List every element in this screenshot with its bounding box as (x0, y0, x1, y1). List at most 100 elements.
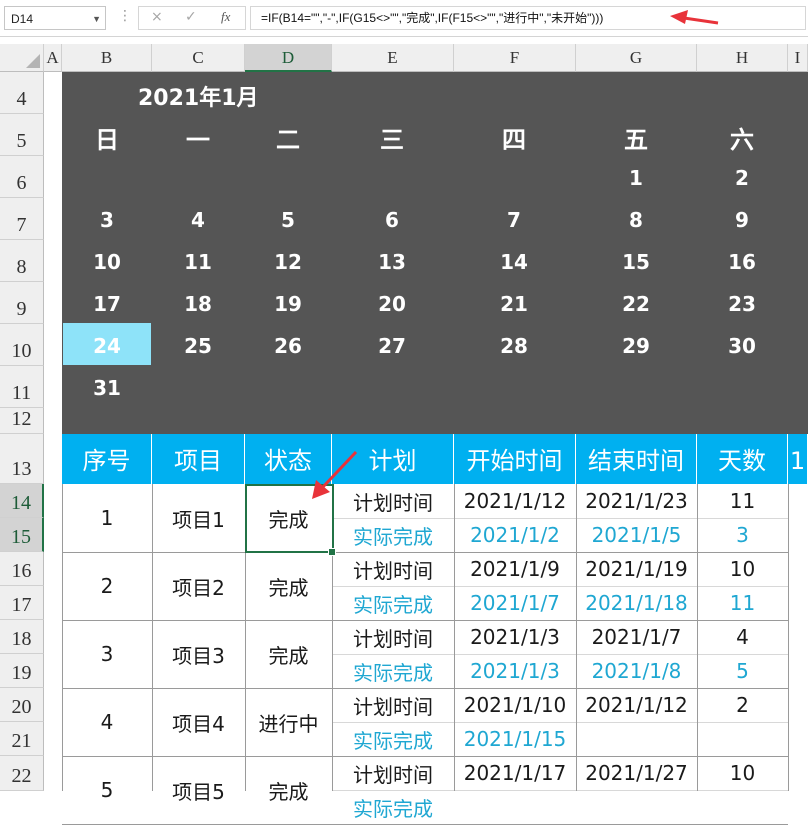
calendar-day[interactable]: 10 (77, 250, 137, 274)
calendar-day[interactable]: 7 (484, 208, 544, 232)
plan-end-date-cell[interactable]: 2021/1/12 (576, 688, 697, 722)
seq-cell[interactable]: 2 (62, 552, 152, 620)
calendar-day[interactable]: 26 (258, 334, 318, 358)
calendar-day[interactable]: 9 (712, 208, 772, 232)
actual-end-date-cell[interactable]: 2021/1/18 (576, 586, 697, 620)
actual-end-date-cell[interactable] (576, 790, 697, 824)
plan-days-cell[interactable]: 4 (697, 620, 788, 654)
row-header-19[interactable]: 19 (0, 654, 44, 688)
plan-days-cell[interactable]: 11 (697, 484, 788, 518)
calendar-day[interactable]: 16 (712, 250, 772, 274)
row-header-9[interactable]: 9 (0, 282, 44, 324)
plan-label-cell[interactable]: 计划时间 (332, 756, 454, 790)
table-header-cell[interactable]: 1 (788, 434, 808, 484)
insert-function-icon[interactable]: fx (221, 9, 230, 25)
calendar-day[interactable]: 19 (258, 292, 318, 316)
plan-start-date-cell[interactable]: 2021/1/9 (454, 552, 576, 586)
calendar-day[interactable]: 15 (606, 250, 666, 274)
seq-cell[interactable]: 3 (62, 620, 152, 688)
column-header-h[interactable]: H (697, 44, 788, 72)
row-header-18[interactable]: 18 (0, 620, 44, 654)
actual-label-cell[interactable]: 实际完成 (332, 790, 454, 824)
row-header-20[interactable]: 20 (0, 688, 44, 722)
column-header-i[interactable]: I (788, 44, 808, 72)
status-cell[interactable]: 完成 (245, 756, 332, 824)
actual-days-cell[interactable]: 11 (697, 586, 788, 620)
calendar-day[interactable]: 3 (77, 208, 137, 232)
chevron-down-icon[interactable]: ▼ (92, 7, 101, 31)
column-header-b[interactable]: B (62, 44, 152, 72)
plan-days-cell[interactable]: 10 (697, 552, 788, 586)
actual-days-cell[interactable] (697, 722, 788, 756)
calendar-day[interactable]: 11 (168, 250, 228, 274)
table-header-cell[interactable]: 状态 (245, 434, 332, 484)
fill-handle[interactable] (328, 548, 336, 556)
actual-days-cell[interactable]: 3 (697, 518, 788, 552)
column-header-e[interactable]: E (332, 44, 454, 72)
actual-start-date-cell[interactable] (454, 790, 576, 824)
actual-start-date-cell[interactable]: 2021/1/2 (454, 518, 576, 552)
project-name-cell[interactable]: 项目2 (152, 552, 245, 620)
plan-end-date-cell[interactable]: 2021/1/19 (576, 552, 697, 586)
calendar-day[interactable]: 20 (362, 292, 422, 316)
plan-days-cell[interactable]: 10 (697, 756, 788, 790)
calendar-day[interactable]: 18 (168, 292, 228, 316)
row-header-13[interactable]: 13 (0, 434, 44, 484)
calendar-day[interactable]: 24 (77, 334, 137, 358)
table-header-cell[interactable]: 计划 (332, 434, 454, 484)
actual-label-cell[interactable]: 实际完成 (332, 722, 454, 756)
project-name-cell[interactable]: 项目5 (152, 756, 245, 824)
row-header-6[interactable]: 6 (0, 156, 44, 198)
actual-end-date-cell[interactable]: 2021/1/8 (576, 654, 697, 688)
plan-start-date-cell[interactable]: 2021/1/3 (454, 620, 576, 654)
column-header-d[interactable]: D (245, 44, 332, 72)
calendar-day[interactable]: 21 (484, 292, 544, 316)
actual-start-date-cell[interactable]: 2021/1/15 (454, 722, 576, 756)
calendar-day[interactable]: 13 (362, 250, 422, 274)
plan-label-cell[interactable]: 计划时间 (332, 688, 454, 722)
plan-label-cell[interactable]: 计划时间 (332, 620, 454, 654)
actual-end-date-cell[interactable] (576, 722, 697, 756)
calendar-day[interactable]: 25 (168, 334, 228, 358)
plan-end-date-cell[interactable]: 2021/1/7 (576, 620, 697, 654)
seq-cell[interactable]: 5 (62, 756, 152, 824)
row-header-14[interactable]: 14 (0, 484, 44, 518)
plan-label-cell[interactable]: 计划时间 (332, 484, 454, 518)
table-header-cell[interactable]: 天数 (697, 434, 788, 484)
project-name-cell[interactable]: 项目4 (152, 688, 245, 756)
actual-end-date-cell[interactable]: 2021/1/5 (576, 518, 697, 552)
project-name-cell[interactable]: 项目3 (152, 620, 245, 688)
column-header-f[interactable]: F (454, 44, 576, 72)
project-name-cell[interactable]: 项目1 (152, 484, 245, 552)
calendar-day[interactable]: 27 (362, 334, 422, 358)
plan-start-date-cell[interactable]: 2021/1/17 (454, 756, 576, 790)
column-header-c[interactable]: C (152, 44, 245, 72)
calendar-day[interactable]: 22 (606, 292, 666, 316)
status-cell[interactable]: 进行中 (245, 688, 332, 756)
status-cell[interactable]: 完成 (245, 620, 332, 688)
calendar-day[interactable]: 5 (258, 208, 318, 232)
actual-start-date-cell[interactable]: 2021/1/3 (454, 654, 576, 688)
row-header-8[interactable]: 8 (0, 240, 44, 282)
calendar-day[interactable]: 4 (168, 208, 228, 232)
enter-icon[interactable]: ✓ (185, 9, 197, 25)
cancel-icon[interactable]: × (151, 9, 163, 25)
calendar-day[interactable]: 2 (712, 166, 772, 190)
drag-handle-icon[interactable]: ⋮ (118, 8, 132, 24)
row-header-21[interactable]: 21 (0, 722, 44, 756)
calendar-day[interactable]: 6 (362, 208, 422, 232)
calendar-day[interactable]: 28 (484, 334, 544, 358)
row-header-12[interactable]: 12 (0, 408, 44, 434)
row-header-22[interactable]: 22 (0, 756, 44, 791)
calendar-day[interactable]: 1 (606, 166, 666, 190)
plan-end-date-cell[interactable]: 2021/1/23 (576, 484, 697, 518)
plan-start-date-cell[interactable]: 2021/1/12 (454, 484, 576, 518)
plan-end-date-cell[interactable]: 2021/1/27 (576, 756, 697, 790)
actual-days-cell[interactable] (697, 790, 788, 824)
actual-label-cell[interactable]: 实际完成 (332, 518, 454, 552)
row-header-4[interactable]: 4 (0, 72, 44, 114)
seq-cell[interactable]: 1 (62, 484, 152, 552)
select-all-corner[interactable] (0, 44, 44, 72)
column-header-a[interactable]: A (44, 44, 62, 72)
plan-label-cell[interactable]: 计划时间 (332, 552, 454, 586)
